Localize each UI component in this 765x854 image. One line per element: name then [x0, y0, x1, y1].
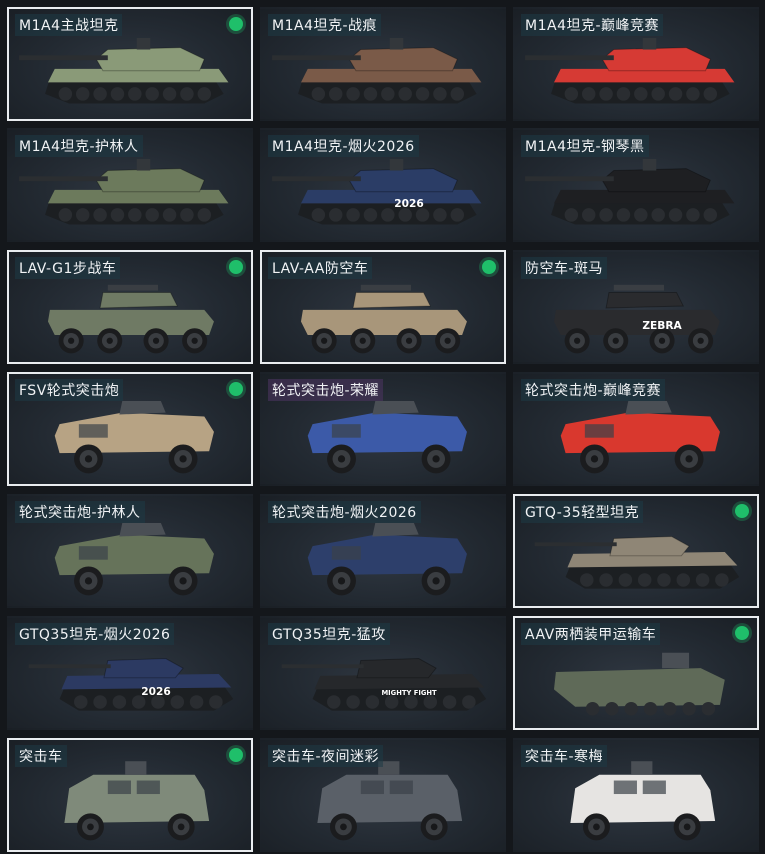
- vehicle-card[interactable]: ZEBRA 防空车-斑马: [513, 250, 759, 364]
- livery-decal-text: ZEBRA: [642, 319, 682, 332]
- vehicle-name: M1A4坦克-战痕: [268, 14, 382, 36]
- vehicle-name: 突击车-寒梅: [521, 745, 608, 767]
- vehicle-name: LAV-AA防空车: [268, 257, 373, 279]
- vehicle-card[interactable]: 2026 GTQ35坦克-烟火2026: [7, 616, 253, 730]
- vehicle-name: M1A4坦克-护林人: [15, 135, 143, 157]
- vehicle-name: 突击车-夜间迷彩: [268, 745, 384, 767]
- vehicle-card[interactable]: AAV两栖装甲运输车: [513, 616, 759, 730]
- vehicle-name: M1A4坦克-钢琴黑: [521, 135, 649, 157]
- vehicle-name: 轮式突击炮-护林人: [15, 501, 145, 523]
- vehicle-name: 轮式突击炮-荣耀: [268, 379, 384, 401]
- vehicle-skin-grid: M1A4主战坦克 M1A4坦克-战痕 M1A4坦克-巅峰竞赛 M1A4坦克-护林人 20…: [0, 0, 765, 854]
- vehicle-card[interactable]: 突击车: [7, 738, 253, 852]
- vehicle-card[interactable]: M1A4坦克-巅峰竞赛: [513, 7, 759, 121]
- vehicle-card[interactable]: GTQ-35轻型坦克: [513, 494, 759, 608]
- owned-indicator-icon: [735, 626, 749, 640]
- owned-indicator-icon: [482, 260, 496, 274]
- vehicle-name: 轮式突击炮-烟火2026: [268, 501, 421, 523]
- vehicle-name: 防空车-斑马: [521, 257, 608, 279]
- vehicle-card[interactable]: M1A4坦克-钢琴黑: [513, 128, 759, 242]
- owned-indicator-icon: [229, 17, 243, 31]
- vehicle-card[interactable]: MIGHTY FIGHT GTQ35坦克-猛攻: [260, 616, 506, 730]
- vehicle-card[interactable]: 轮式突击炮-护林人: [7, 494, 253, 608]
- vehicle-name: M1A4主战坦克: [15, 14, 123, 36]
- vehicle-name: 突击车: [15, 745, 67, 767]
- vehicle-card[interactable]: LAV-G1步战车: [7, 250, 253, 364]
- vehicle-name: 轮式突击炮-巅峰竞赛: [521, 379, 666, 401]
- vehicle-name: GTQ35坦克-猛攻: [268, 623, 390, 645]
- vehicle-name: AAV两栖装甲运输车: [521, 623, 661, 645]
- vehicle-card[interactable]: M1A4坦克-战痕: [260, 7, 506, 121]
- livery-decal-text: 2026: [394, 197, 424, 210]
- vehicle-name: M1A4坦克-巅峰竞赛: [521, 14, 664, 36]
- vehicle-name: GTQ35坦克-烟火2026: [15, 623, 175, 645]
- livery-decal-text: 2026: [141, 685, 171, 698]
- vehicle-card[interactable]: FSV轮式突击炮: [7, 372, 253, 486]
- livery-decal-text: MIGHTY FIGHT: [381, 689, 437, 697]
- vehicle-card[interactable]: 轮式突击炮-烟火2026: [260, 494, 506, 608]
- vehicle-card[interactable]: 突击车-寒梅: [513, 738, 759, 852]
- vehicle-name: LAV-G1步战车: [15, 257, 121, 279]
- vehicle-name: M1A4坦克-烟火2026: [268, 135, 419, 157]
- vehicle-card[interactable]: 轮式突击炮-巅峰竞赛: [513, 372, 759, 486]
- vehicle-card[interactable]: 2026 M1A4坦克-烟火2026: [260, 128, 506, 242]
- owned-indicator-icon: [229, 382, 243, 396]
- vehicle-card[interactable]: 突击车-夜间迷彩: [260, 738, 506, 852]
- owned-indicator-icon: [229, 260, 243, 274]
- owned-indicator-icon: [735, 504, 749, 518]
- vehicle-card[interactable]: M1A4坦克-护林人: [7, 128, 253, 242]
- vehicle-name: GTQ-35轻型坦克: [521, 501, 644, 523]
- owned-indicator-icon: [229, 748, 243, 762]
- vehicle-card[interactable]: 轮式突击炮-荣耀: [260, 372, 506, 486]
- vehicle-card[interactable]: M1A4主战坦克: [7, 7, 253, 121]
- vehicle-card[interactable]: LAV-AA防空车: [260, 250, 506, 364]
- vehicle-name: FSV轮式突击炮: [15, 379, 124, 401]
